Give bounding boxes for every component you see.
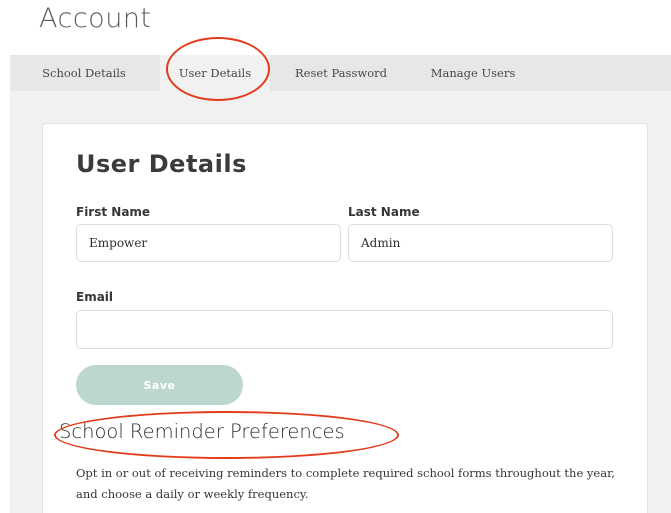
section-heading: User Details — [76, 150, 247, 178]
tab-manage-users[interactable]: Manage Users — [418, 55, 528, 91]
last-name-input[interactable] — [348, 224, 613, 262]
email-label: Email — [76, 290, 114, 304]
email-input[interactable] — [76, 310, 613, 349]
tab-reset-password[interactable]: Reset Password — [281, 55, 401, 91]
reminder-description: Opt in or out of receiving reminders to … — [76, 466, 615, 501]
page-title: Account — [39, 3, 152, 34]
first-name-input[interactable] — [76, 224, 341, 262]
tab-user-details[interactable]: User Details — [160, 55, 270, 95]
reminder-preferences-heading: School Reminder Preferences — [59, 420, 345, 443]
first-name-label: First Name — [76, 205, 151, 219]
tab-school-details[interactable]: School Details — [24, 55, 144, 91]
last-name-label: Last Name — [348, 205, 420, 219]
save-button[interactable]: Save — [76, 365, 243, 405]
tab-bar: School Details User Details Reset Passwo… — [10, 55, 671, 95]
